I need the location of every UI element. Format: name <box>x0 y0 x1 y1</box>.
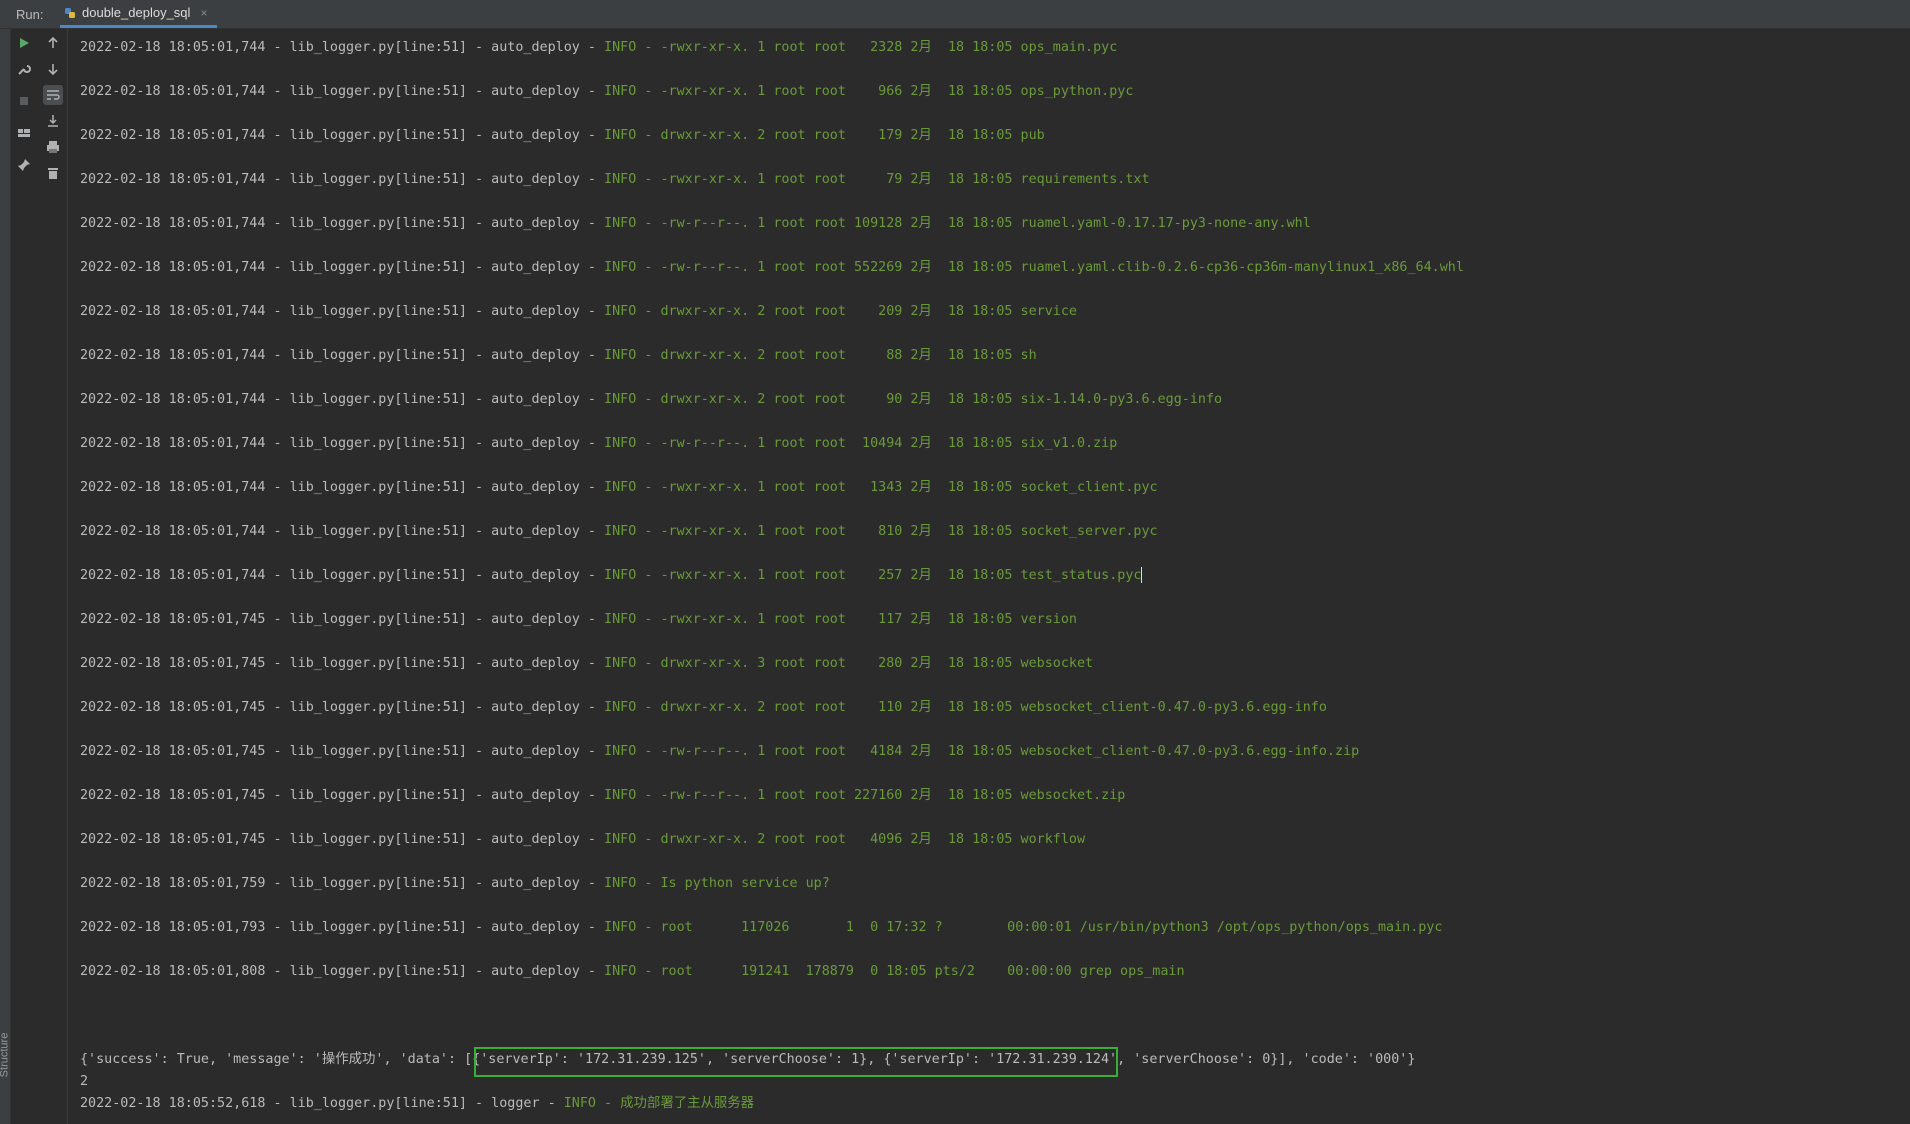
arrow-up-icon[interactable] <box>43 33 63 53</box>
close-icon[interactable]: × <box>200 6 207 20</box>
log-line: 2022-02-18 18:05:01,744 - lib_logger.py[… <box>80 84 1134 99</box>
layout-icon[interactable] <box>14 123 34 143</box>
count-line: 2 <box>80 1074 89 1089</box>
left-tool-strip: Structure <box>0 29 11 1124</box>
final-log-line: 2022-02-18 18:05:52,618 - lib_logger.py[… <box>80 1096 755 1111</box>
console-output[interactable]: 2022-02-18 18:05:01,744 - lib_logger.py[… <box>80 28 1900 1124</box>
log-line: 2022-02-18 18:05:01,745 - lib_logger.py[… <box>80 656 1094 671</box>
python-icon <box>65 7 75 18</box>
log-line: 2022-02-18 18:05:01,745 - lib_logger.py[… <box>80 700 1327 715</box>
log-line: 2022-02-18 18:05:01,744 - lib_logger.py[… <box>80 524 1158 539</box>
pin-icon[interactable] <box>14 155 34 175</box>
run-tool-window-header: Run: double_deploy_sql × <box>0 0 1910 29</box>
log-line: 2022-02-18 18:05:01,808 - lib_logger.py[… <box>80 964 1185 979</box>
trash-icon[interactable] <box>43 163 63 183</box>
log-line: 2022-02-18 18:05:01,744 - lib_logger.py[… <box>80 392 1223 407</box>
log-line: 2022-02-18 18:05:01,744 - lib_logger.py[… <box>80 128 1045 143</box>
print-icon[interactable] <box>43 137 63 157</box>
log-line: 2022-02-18 18:05:01,744 - lib_logger.py[… <box>80 304 1077 319</box>
log-line: 2022-02-18 18:05:01,745 - lib_logger.py[… <box>80 612 1077 627</box>
log-line: 2022-02-18 18:05:01,793 - lib_logger.py[… <box>80 920 1443 935</box>
stop-icon[interactable] <box>14 91 34 111</box>
wrench-icon[interactable] <box>14 59 34 79</box>
log-line: 2022-02-18 18:05:01,744 - lib_logger.py[… <box>80 260 1464 275</box>
rerun-icon[interactable] <box>14 33 34 53</box>
log-line: 2022-02-18 18:05:01,745 - lib_logger.py[… <box>80 788 1126 803</box>
text-cursor <box>1141 567 1143 583</box>
log-line: 2022-02-18 18:05:01,744 - lib_logger.py[… <box>80 348 1037 363</box>
arrow-down-icon[interactable] <box>43 59 63 79</box>
log-line: 2022-02-18 18:05:01,745 - lib_logger.py[… <box>80 832 1086 847</box>
log-line: 2022-02-18 18:05:01,744 - lib_logger.py[… <box>80 172 1150 187</box>
log-line: 2022-02-18 18:05:01,744 - lib_logger.py[… <box>80 567 1143 583</box>
highlight-box <box>474 1047 1118 1077</box>
run-label: Run: <box>16 7 44 22</box>
log-line: 2022-02-18 18:05:01,745 - lib_logger.py[… <box>80 744 1360 759</box>
log-line: 2022-02-18 18:05:01,744 - lib_logger.py[… <box>80 480 1158 495</box>
log-line: 2022-02-18 18:05:01,744 - lib_logger.py[… <box>80 216 1311 231</box>
structure-tab[interactable]: Structure <box>0 1033 10 1078</box>
soft-wrap-icon[interactable] <box>43 85 63 105</box>
tab-label: double_deploy_sql <box>82 5 191 20</box>
run-toolbar <box>11 29 68 1124</box>
tab-double-deploy-sql[interactable]: double_deploy_sql × <box>60 0 218 28</box>
scroll-to-end-icon[interactable] <box>43 111 63 131</box>
log-line: 2022-02-18 18:05:01,744 - lib_logger.py[… <box>80 40 1118 55</box>
log-line: 2022-02-18 18:05:01,744 - lib_logger.py[… <box>80 436 1118 451</box>
log-line: 2022-02-18 18:05:01,759 - lib_logger.py[… <box>80 876 830 891</box>
